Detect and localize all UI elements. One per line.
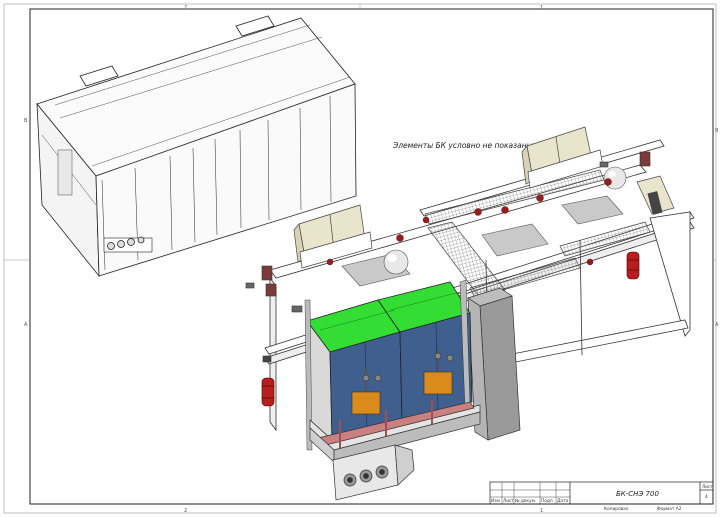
assembly-drawing-sheet: 2 1 2 1 B A B A Элементы БК условно не п… (3, 3, 719, 514)
zone-label-left-a: A (24, 322, 28, 328)
zone-label-top-b: 1 (540, 5, 543, 11)
title-col-3: № докум. (515, 498, 536, 504)
zone-label-bottom-b: 1 (540, 508, 543, 514)
title-col-2: Лист (503, 498, 514, 504)
zone-label-bottom-a: 2 (184, 508, 187, 514)
zone-label-right-b: B (715, 128, 719, 134)
drawing-designation: БК-СНЭ 700 (616, 490, 659, 498)
zone-label-right-a: A (715, 322, 719, 328)
tank-left (383, 249, 409, 275)
junction-box (636, 175, 675, 215)
format-label: Формат А2 (657, 506, 682, 512)
fire-extinguisher-left (261, 377, 275, 407)
title-col-4: Подп. (541, 498, 554, 504)
title-col-1: Изм (491, 498, 500, 504)
tank-right (603, 166, 627, 190)
zone-label-left-b: B (24, 118, 28, 124)
sheet-number: 4 (705, 494, 708, 500)
zone-label-top-a: 2 (184, 5, 187, 11)
copied-label: Копировал (604, 506, 629, 512)
drawing-note: Элементы БК условно не показаны (392, 141, 533, 150)
title-col-5: Дата (557, 498, 568, 504)
fire-extinguisher-right (626, 251, 640, 280)
sheet-label: Лист (702, 484, 713, 490)
control-cabinet-left (293, 204, 373, 269)
container-inlet-ports (103, 236, 153, 253)
